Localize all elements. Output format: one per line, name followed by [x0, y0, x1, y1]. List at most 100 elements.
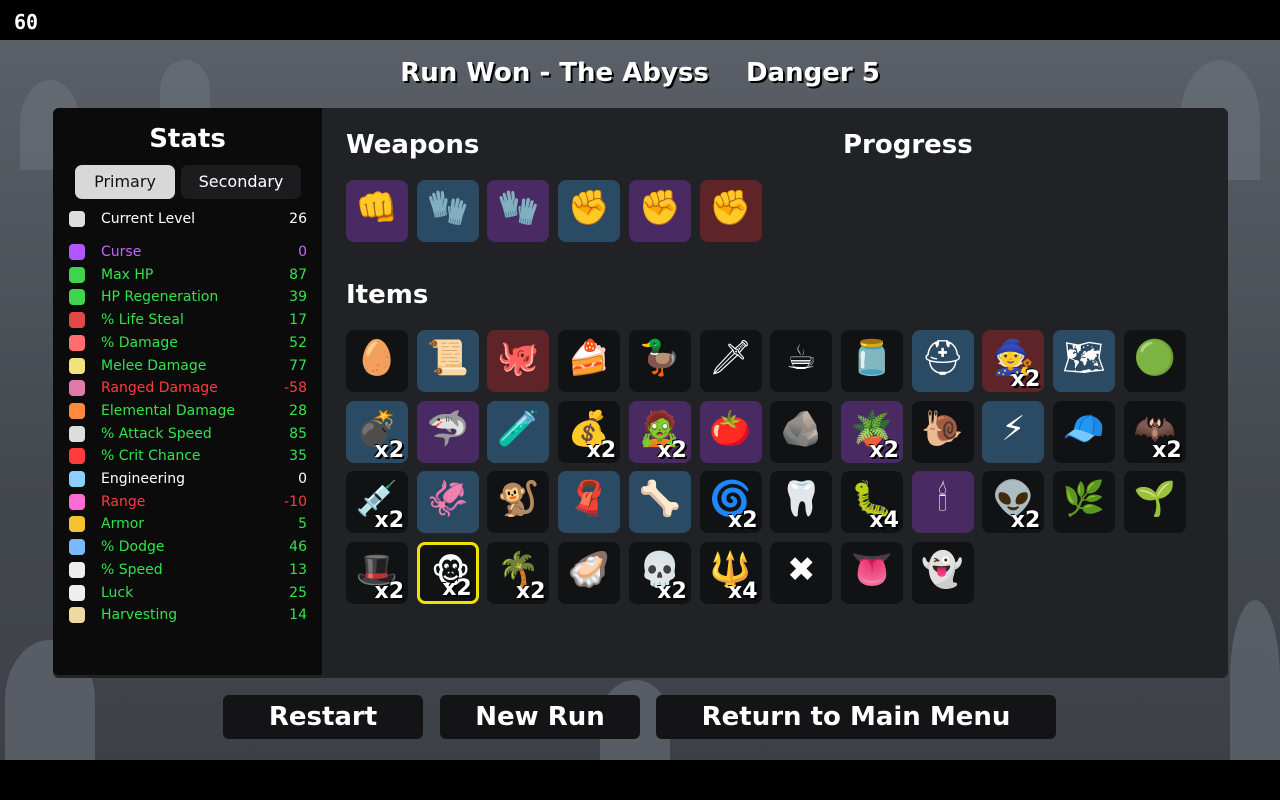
stat-value: 14 — [289, 607, 307, 624]
item-slot[interactable]: 🍅 — [699, 400, 762, 463]
helmet-icon: ⛑ — [921, 338, 965, 378]
item-slot[interactable]: 🪴 x2 — [840, 400, 903, 463]
item-quantity: x2 — [374, 579, 405, 605]
stat-label: Melee Damage — [101, 357, 207, 374]
weapon-slot[interactable]: 🧤 — [416, 180, 479, 242]
item-slot[interactable]: 🫙 — [840, 330, 903, 392]
item-slot[interactable]: 🗺 — [1053, 330, 1115, 392]
stat-label: Curse — [101, 244, 142, 260]
heart-icon — [69, 266, 85, 283]
stat-value: 5 — [298, 516, 307, 533]
curse-icon — [69, 244, 85, 260]
item-slot[interactable]: 🟢 — [1123, 330, 1186, 392]
regen-heart-icon — [69, 289, 85, 306]
tab-secondary[interactable]: Secondary — [181, 165, 301, 199]
stat-value: 0 — [298, 244, 307, 260]
item-slot[interactable]: ✖ — [770, 542, 833, 605]
main-menu-button[interactable]: Return to Main Menu — [656, 695, 1056, 739]
weapon-slot[interactable]: ✊ — [558, 180, 621, 242]
item-slot[interactable]: 🥚 — [346, 330, 408, 392]
weapon-slot[interactable]: ✊ — [628, 180, 691, 242]
tab-primary[interactable]: Primary — [75, 165, 175, 199]
stat-row: Elemental Damage 28 — [67, 400, 307, 422]
stat-label: Elemental Damage — [101, 402, 235, 419]
sprout-icon: 🌱 — [1133, 479, 1176, 520]
new-run-button[interactable]: New Run — [440, 695, 640, 739]
item-slot[interactable]: ⚡ — [982, 400, 1045, 463]
item-slot[interactable]: 🧢 — [1053, 400, 1115, 463]
item-slot[interactable]: 🦇 x2 — [1123, 400, 1186, 463]
stat-label: % Life Steal — [101, 312, 184, 329]
item-slot[interactable]: 💀 x2 — [628, 542, 691, 605]
item-slot[interactable]: 🦈 — [416, 400, 479, 463]
item-slot[interactable]: 🦴 — [628, 471, 691, 534]
hooded-creature-icon: 🦪 — [567, 550, 611, 591]
item-slot[interactable]: 🗡 — [699, 330, 762, 392]
item-slot[interactable]: 🌿 — [1053, 471, 1115, 534]
item-slot[interactable]: 👅 — [840, 542, 903, 605]
stat-label: Luck — [101, 584, 134, 601]
item-slot[interactable]: 🪨 — [770, 400, 833, 463]
stat-label: Harvesting — [101, 607, 178, 624]
stat-row: Harvesting 14 — [67, 604, 307, 626]
stat-row: % Damage 52 — [67, 332, 307, 354]
item-slot[interactable]: 🎩 x2 — [346, 542, 408, 605]
item-slot[interactable]: 🦪 — [558, 542, 621, 605]
fin-icon: 🦈 — [426, 408, 469, 449]
item-slot[interactable]: 💣 x2 — [346, 400, 408, 463]
item-slot[interactable]: 🦑 — [416, 471, 479, 534]
item-slot[interactable]: 🧟 x2 — [628, 400, 691, 463]
item-slot[interactable]: 🌱 — [1123, 471, 1186, 534]
item-slot[interactable]: 💉 x2 — [346, 471, 408, 534]
item-quantity: x2 — [657, 437, 687, 463]
item-slot[interactable]: 🌴 x2 — [487, 542, 550, 605]
item-slot[interactable]: 🕯 — [911, 471, 974, 534]
stat-label: % Damage — [101, 334, 178, 351]
stat-value: -10 — [284, 493, 307, 510]
fangs-icon — [69, 312, 85, 329]
stat-row: Melee Damage 77 — [67, 355, 307, 377]
item-slot[interactable]: 📜 — [416, 330, 479, 392]
item-slot[interactable]: 🦆 — [628, 330, 691, 392]
item-slot[interactable]: 👽 x2 — [982, 471, 1045, 534]
boot-icon — [69, 561, 85, 578]
item-slot[interactable]: 🐛 x4 — [840, 471, 903, 534]
item-slot[interactable]: 🐒 — [487, 471, 550, 534]
stat-row: HP Regeneration 39 — [67, 286, 307, 308]
item-slot[interactable]: 🔱 x4 — [699, 542, 762, 605]
item-slot[interactable]: 🐙 — [487, 330, 550, 392]
item-quantity: x2 — [1152, 437, 1182, 463]
item-quantity: x2 — [869, 437, 899, 463]
item-slot[interactable]: 🧣 — [558, 471, 621, 534]
item-slot[interactable]: 🦷 — [770, 471, 833, 534]
item-slot[interactable]: ☕ — [770, 330, 833, 392]
item-slot[interactable]: 👻 — [911, 542, 974, 605]
item-slot[interactable]: 💰 x2 — [558, 400, 621, 463]
item-slot[interactable]: 🍰 — [558, 330, 621, 392]
stat-label: Range — [101, 493, 146, 510]
fist-icon: ✊ — [638, 188, 681, 228]
item-slot[interactable]: 🧪 — [487, 400, 550, 463]
potion-icon: 🧪 — [497, 408, 540, 449]
spear-creature-icon: 🗡 — [708, 338, 753, 378]
dice-icon — [69, 584, 85, 601]
wrench-icon — [69, 471, 85, 487]
item-quantity: x2 — [442, 576, 472, 602]
weapon-slot[interactable]: ✊ — [699, 180, 762, 242]
item-slot[interactable]: 🐌 — [911, 400, 974, 463]
item-slot[interactable]: 🐵 x2 — [416, 542, 479, 605]
stat-row: Ranged Damage -58 — [67, 377, 307, 399]
weapon-slot[interactable]: 👊 — [346, 180, 408, 242]
item-slot[interactable]: 🌀 x2 — [699, 471, 762, 534]
item-slot[interactable]: 🧙 x2 — [982, 330, 1045, 392]
stat-label: % Speed — [101, 561, 163, 578]
stat-row: Armor 5 — [67, 513, 307, 535]
danger-level: Danger 5 — [745, 58, 880, 88]
dodge-icon — [69, 539, 85, 556]
jar-icon: 🫙 — [850, 338, 894, 378]
item-quantity: x2 — [1010, 367, 1041, 392]
item-slot[interactable]: ⛑ — [911, 330, 974, 392]
restart-button[interactable]: Restart — [223, 695, 423, 739]
weapon-slot[interactable]: 🧤 — [487, 180, 550, 242]
hourglass-icon — [69, 425, 85, 442]
